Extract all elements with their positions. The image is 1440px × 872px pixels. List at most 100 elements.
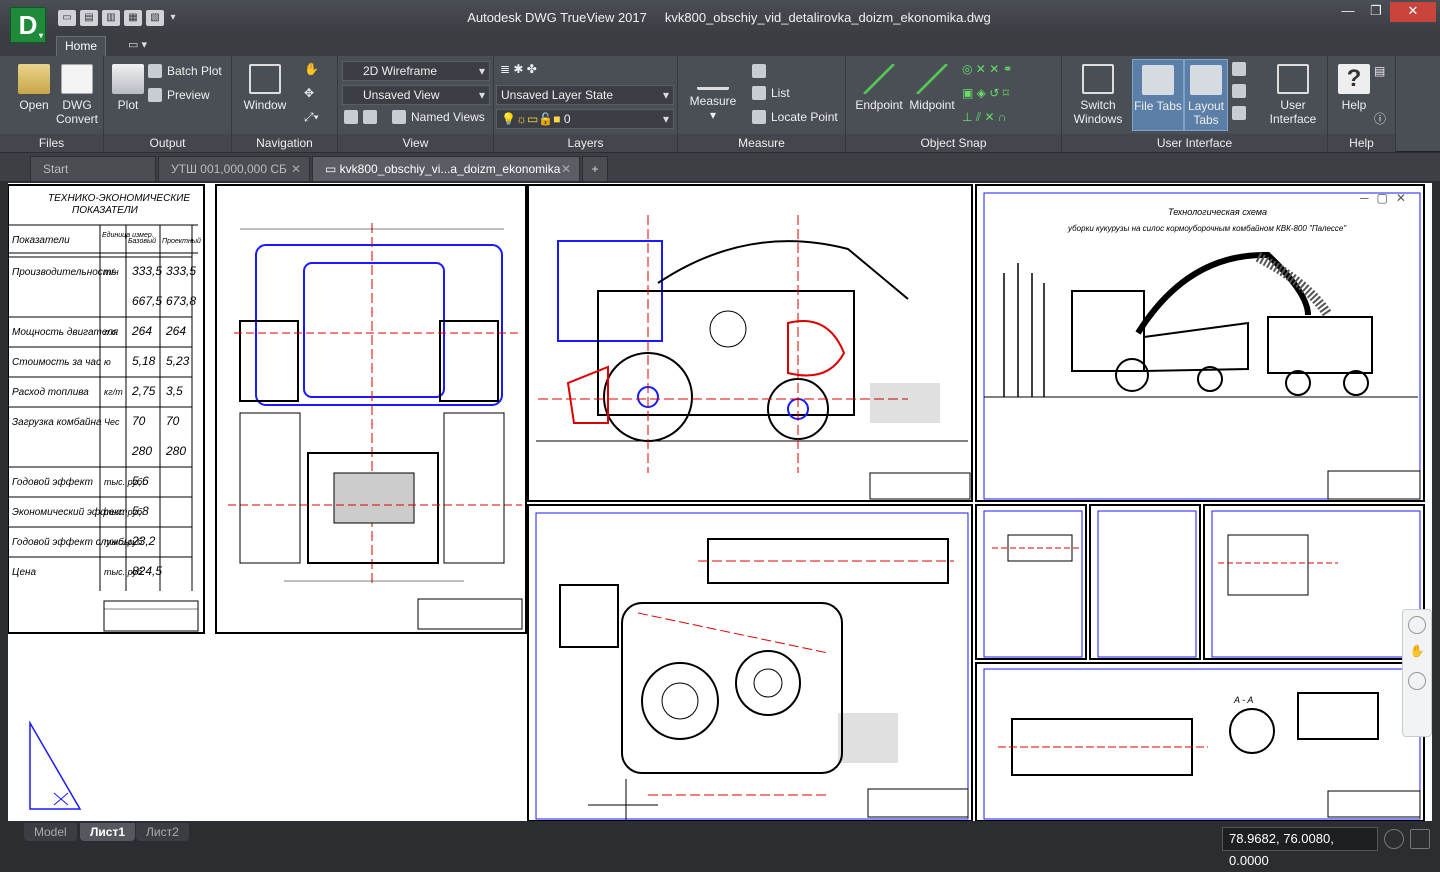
app-logo[interactable]: D ▾ [10, 7, 46, 43]
doc-tab-current[interactable]: ▭ kvk800_obschiy_vi...a_doizm_ekonomika ✕ [312, 156, 580, 181]
zoom-nav-icon[interactable] [1408, 672, 1426, 690]
preview-icon [148, 88, 162, 102]
user-interface-icon [1277, 64, 1309, 94]
tab-home[interactable]: Home [56, 36, 106, 56]
table-cell: ю [104, 357, 111, 367]
info-icon[interactable]: ⓘ [1374, 110, 1386, 127]
layer-dropdown[interactable]: 💡☼▭🔓■ 0 [496, 109, 674, 129]
view-cube-icon[interactable] [344, 110, 377, 124]
table-cell: Производительность [12, 267, 116, 278]
table-cell: 3,5 [166, 384, 183, 398]
maximize-icon[interactable]: ❐ [1362, 2, 1390, 22]
detail-sheets: A - A [975, 504, 1425, 821]
table-cell: Годовой эффект [12, 476, 93, 488]
doc-tab-start[interactable]: Start [30, 156, 156, 181]
help-button[interactable]: ? Help [1334, 64, 1374, 112]
table-cell: 70 [132, 414, 146, 428]
midpoint-button[interactable]: Midpoint [904, 64, 960, 112]
pan-nav-icon[interactable]: ✋ [1408, 644, 1426, 662]
table-cell: 70 [166, 414, 180, 428]
status-bar: Model Лист1 Лист2 78.9682, 76.0080, 0.00… [0, 821, 1440, 868]
close-tab-icon[interactable]: ✕ [561, 157, 571, 182]
endpoint-button[interactable]: Endpoint [850, 64, 908, 112]
layout-tabs-icon [1190, 65, 1222, 95]
printer-icon [112, 64, 144, 94]
layout-tabs-button[interactable]: Layout Tabs [1184, 59, 1228, 131]
visual-style-dropdown[interactable]: 2D Wireframe [342, 61, 490, 81]
midpoint-icon [916, 64, 948, 94]
coordinates-display: 78.9682, 76.0080, 0.0000 [1222, 827, 1378, 868]
scheme-title: Технологическая схема [1168, 207, 1267, 217]
zoom-extents-icon[interactable]: ⤢▾ [304, 110, 319, 125]
table-cell: кг/т [104, 387, 123, 397]
ribbon-options-icon[interactable]: ▭ ▾ [128, 38, 147, 51]
user-interface-button[interactable]: User Interface [1260, 64, 1326, 126]
layout-tab-sheet1[interactable]: Лист1 [80, 823, 136, 841]
table-cell: 2,75 [131, 384, 156, 398]
panel-user-interface: Switch Windows File Tabs Layout Tabs Use… [1062, 56, 1328, 152]
clock-icon[interactable] [1384, 829, 1404, 849]
dwg-convert-button[interactable]: DWG Convert [54, 64, 100, 126]
layout-tab-model[interactable]: Model [24, 823, 77, 841]
id-icon[interactable] [752, 64, 766, 78]
viewport-controls[interactable]: ─▢✕ [1360, 191, 1414, 205]
section-label: A - A [1233, 695, 1253, 705]
orbit-icon[interactable]: ✥ [304, 86, 314, 100]
layout-tab-sheet2[interactable]: Лист2 [136, 823, 189, 841]
help-icon: ? [1338, 64, 1370, 94]
list-icon [752, 86, 766, 100]
table-cell: 5,18 [132, 354, 156, 368]
navigation-bar[interactable]: ✋ [1402, 609, 1432, 737]
help-menu-icon[interactable]: ▤ [1374, 64, 1385, 78]
panel-layers: ≣ ✱ ✤ Unsaved Layer State 💡☼▭🔓■ 0 Layers [494, 56, 678, 152]
locate-point-button[interactable]: Locate Point [752, 110, 838, 124]
tile-windows-icons[interactable] [1232, 62, 1246, 120]
drawing-canvas[interactable]: ТЕХНИКО-ЭКОНОМИЧЕСКИЕ ПОКАЗАТЕЛИ Показат… [8, 183, 1432, 821]
annotation-icon[interactable] [1410, 829, 1430, 849]
table-cell: 264 [131, 324, 152, 338]
snap-icons-row3[interactable]: ⊥ ⫽ ✕ ∩ [962, 110, 1007, 125]
table-header-cell: Показатели [12, 235, 70, 246]
minimize-icon[interactable]: — [1334, 2, 1362, 22]
table-cell: Мощность двигателя [12, 327, 119, 338]
ribbon-tab-bar: Home ▭ ▾ [0, 34, 1440, 56]
locate-point-icon [752, 110, 766, 124]
file-tabs-button[interactable]: File Tabs [1132, 59, 1184, 131]
new-tab-button[interactable]: + [582, 156, 608, 181]
batch-plot-icon [148, 64, 162, 78]
close-icon[interactable]: ✕ [1390, 2, 1436, 22]
doc-tab-ush[interactable]: УТШ 001,000,000 СБ ✕ [158, 156, 310, 181]
list-button[interactable]: List [752, 86, 790, 100]
named-views-icon [392, 110, 406, 124]
table-cell: 264 [165, 324, 186, 338]
folder-icon [18, 64, 50, 94]
named-views-button[interactable]: Named Views [392, 110, 485, 124]
measure-button[interactable]: Measure ▾ [686, 66, 740, 122]
preview-button[interactable]: Preview [148, 88, 210, 102]
endpoint-icon [863, 64, 895, 94]
panel-view: 2D Wireframe Unsaved View Named Views Vi… [338, 56, 494, 152]
ruler-icon [697, 72, 729, 90]
plot-button[interactable]: Plot [108, 64, 148, 112]
layer-properties-icon[interactable]: ≣ ✱ ✤ [500, 62, 537, 76]
pan-icon[interactable]: ✋ [304, 62, 319, 76]
named-view-dropdown[interactable]: Unsaved View [342, 85, 490, 105]
document-tab-bar: Start УТШ 001,000,000 СБ ✕ ▭ kvk800_obsch… [0, 153, 1440, 181]
side-view-sheet [527, 184, 973, 502]
snap-icons-row2[interactable]: ▣ ◈ ↺ ⌑ [962, 86, 1009, 100]
steering-wheel-icon[interactable] [1408, 616, 1426, 634]
zoom-window-button[interactable]: Window [240, 64, 290, 112]
table-header-cell: Базовый [128, 237, 156, 245]
table-title: ТЕХНИКО-ЭКОНОМИЧЕСКИЕ [48, 193, 190, 204]
panel-object-snap: Endpoint Midpoint ◎ ✕ ✕ ⚭ ▣ ◈ ↺ ⌑ ⊥ ⫽ ✕ … [846, 56, 1062, 152]
batch-plot-button[interactable]: Batch Plot [148, 64, 222, 78]
snap-icons-row1[interactable]: ◎ ✕ ✕ ⚭ [962, 62, 1013, 76]
close-tab-icon[interactable]: ✕ [291, 157, 301, 182]
table-cell: 5,8 [132, 504, 149, 518]
table-cell: 673,8 [166, 294, 196, 308]
panel-files: Open DWG Convert Files [0, 56, 104, 152]
layer-state-dropdown[interactable]: Unsaved Layer State [496, 85, 674, 105]
open-button[interactable]: Open [12, 64, 56, 112]
front-view-sheet [215, 184, 527, 634]
switch-windows-button[interactable]: Switch Windows [1068, 64, 1128, 126]
